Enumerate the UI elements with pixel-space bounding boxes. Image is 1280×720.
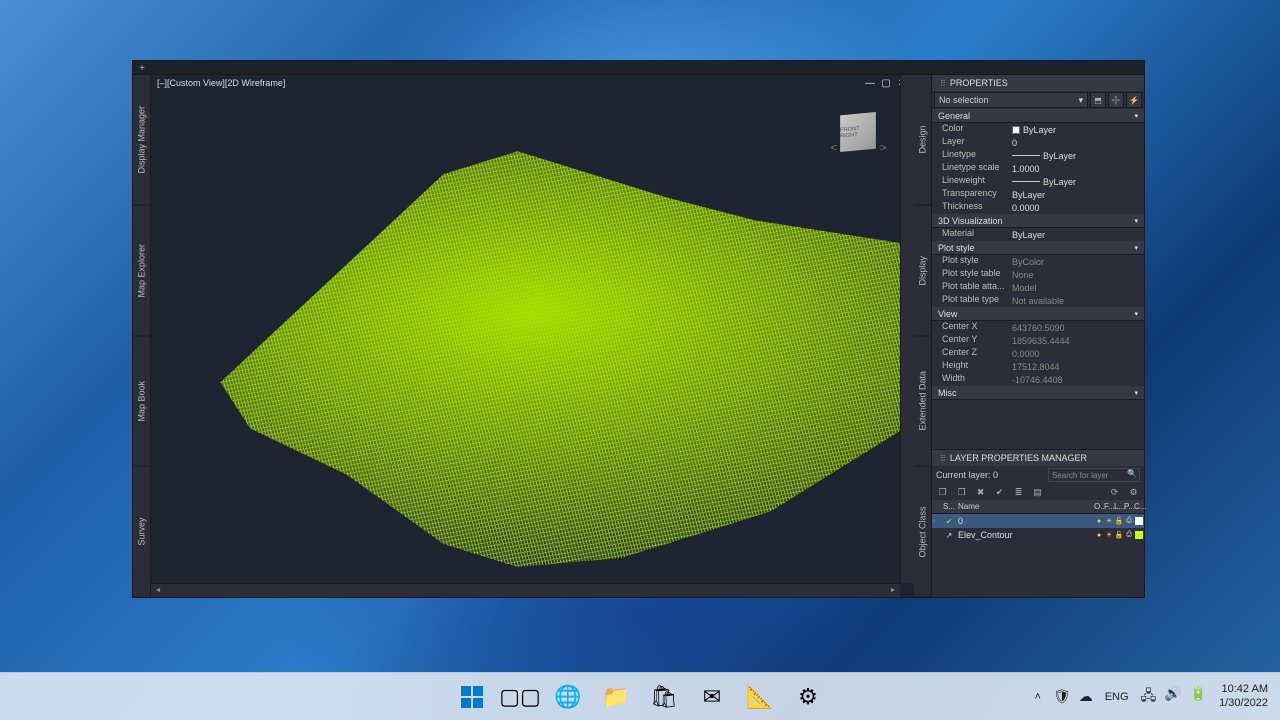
layer-filter-button[interactable]: ▤ xyxy=(1031,486,1044,499)
layer-row-elev-contour[interactable]: ↗ Elev_Contour ● ☀ 🔓 ⎙ xyxy=(932,528,1144,542)
windows-taskbar: ▢▢ 🌐 📁 🛍 ✉ 📐 ⚙ ˄ 🛡 ☁ ENG 🖧 🔊 🔋 10:42 AM … xyxy=(0,672,1280,720)
tab-design[interactable]: Design xyxy=(914,75,931,206)
edge-browser-icon[interactable]: 🌐 xyxy=(548,677,588,717)
viewport-label[interactable]: [–][Custom View][2D Wireframe] xyxy=(157,78,285,88)
prop-center-y: 1859635.4444 xyxy=(1010,334,1144,347)
tab-survey[interactable]: Survey xyxy=(133,467,150,598)
prop-material[interactable]: ByLayer xyxy=(1010,228,1144,241)
language-indicator[interactable]: ENG xyxy=(1105,691,1129,703)
system-clock[interactable]: 10:42 AM 1/30/2022 xyxy=(1219,683,1268,709)
category-view[interactable]: View▾ xyxy=(932,307,1144,321)
prop-center-z: 0.0000 xyxy=(1010,347,1144,360)
terrain-wireframe-model xyxy=(161,105,904,567)
color-swatch[interactable] xyxy=(1135,517,1143,525)
store-icon[interactable]: 🛍 xyxy=(644,677,684,717)
tab-object-class[interactable]: Object Class xyxy=(914,467,931,598)
tab-map-explorer[interactable]: Map Explorer xyxy=(133,206,150,337)
freeze-icon[interactable]: ☀ xyxy=(1104,531,1114,539)
layer-panel-title: LAYER PROPERTIES MANAGER xyxy=(932,450,1144,466)
viewport-maximize-icon[interactable]: ▢ xyxy=(880,78,892,89)
prop-linetype-scale[interactable]: 1.0000 xyxy=(1010,162,1144,175)
category-3d-visualization[interactable]: 3D Visualization▾ xyxy=(932,214,1144,228)
category-misc[interactable]: Misc▾ xyxy=(932,386,1144,400)
cad-app-window: + Display Manager Map Explorer Map Book … xyxy=(132,60,1145,598)
file-explorer-icon[interactable]: 📁 xyxy=(596,677,636,717)
new-tab-button[interactable]: + xyxy=(133,61,151,75)
battery-tray-icon[interactable]: 🔋 xyxy=(1190,685,1207,709)
viewport-minimize-icon[interactable]: — xyxy=(864,78,876,89)
prop-layer[interactable]: 0 xyxy=(1010,136,1144,149)
delete-layer-button[interactable]: ✖ xyxy=(974,486,987,499)
weather-tray-icon[interactable]: ☁ xyxy=(1079,688,1093,705)
select-objects-button[interactable]: ➕ xyxy=(1108,92,1124,108)
drawing-viewport[interactable]: [–][Custom View][2D Wireframe] — ▢ ✕ FRO… xyxy=(151,75,914,597)
security-tray-icon[interactable]: 🛡 xyxy=(1053,688,1071,705)
right-panels: PROPERTIES No selection▾ ⬒ ➕ ⚡ General▾ … xyxy=(932,75,1144,597)
vertical-scrollbar[interactable] xyxy=(900,75,914,583)
viewcube-compass[interactable] xyxy=(831,143,886,152)
start-button[interactable] xyxy=(452,677,492,717)
lightbulb-icon[interactable]: ● xyxy=(1094,532,1104,539)
category-general[interactable]: General▾ xyxy=(932,109,1144,123)
prop-plot-table-attached: Model xyxy=(1010,281,1144,294)
refresh-button[interactable]: ⟳ xyxy=(1108,486,1121,499)
lock-icon[interactable]: 🔓 xyxy=(1114,531,1124,539)
horizontal-scrollbar[interactable] xyxy=(151,583,900,597)
tab-display[interactable]: Display xyxy=(914,206,931,337)
category-plot-style[interactable]: Plot style▾ xyxy=(932,241,1144,255)
plot-icon[interactable]: ⎙ xyxy=(1124,517,1134,525)
properties-panel: PROPERTIES No selection▾ ⬒ ➕ ⚡ General▾ … xyxy=(932,75,1144,449)
toggle-pickadd-button[interactable]: ⬒ xyxy=(1090,92,1106,108)
prop-color[interactable]: ByLayer xyxy=(1010,123,1144,136)
mail-icon[interactable]: ✉ xyxy=(692,677,732,717)
properties-title: PROPERTIES xyxy=(932,75,1144,91)
prop-width: -10746.4408 xyxy=(1010,373,1144,386)
network-tray-icon[interactable]: 🖧 xyxy=(1141,685,1157,709)
layer-row-0[interactable]: » ✔ 0 ● ☀ 🔓 ⎙ xyxy=(932,514,1144,528)
selection-filter-dropdown[interactable]: No selection▾ xyxy=(934,92,1088,108)
new-layer-vp-button[interactable]: ❒ xyxy=(955,486,968,499)
prop-thickness[interactable]: 0.0000 xyxy=(1010,201,1144,214)
layer-toolbar: ❐ ❒ ✖ ✔ ≣ ▤ ⟳ ⚙ xyxy=(932,484,1144,500)
set-current-button[interactable]: ✔ xyxy=(993,486,1006,499)
prop-plot-style: ByColor xyxy=(1010,255,1144,268)
prop-linetype[interactable]: ByLayer xyxy=(1010,149,1144,162)
tray-chevron-icon[interactable]: ˄ xyxy=(1035,691,1041,703)
volume-tray-icon[interactable]: 🔊 xyxy=(1164,685,1181,709)
layer-states-button[interactable]: ≣ xyxy=(1012,486,1025,499)
settings-button[interactable]: ⚙ xyxy=(1127,486,1140,499)
cad-app-icon[interactable]: 📐 xyxy=(740,677,780,717)
tab-extended-data[interactable]: Extended Data xyxy=(914,336,931,467)
properties-grid: General▾ ColorByLayer Layer0 LinetypeByL… xyxy=(932,109,1144,449)
settings-icon[interactable]: ⚙ xyxy=(788,677,828,717)
prop-center-x: 643760.5090 xyxy=(1010,321,1144,334)
prop-height: 17512.8044 xyxy=(1010,360,1144,373)
viewcube[interactable]: FRONT RIGHT xyxy=(831,105,886,160)
tab-map-book[interactable]: Map Book xyxy=(133,336,150,467)
prop-transparency[interactable]: ByLayer xyxy=(1010,188,1144,201)
prop-lineweight[interactable]: ByLayer xyxy=(1010,175,1144,188)
prop-plot-table-type: Not available xyxy=(1010,294,1144,307)
quick-select-button[interactable]: ⚡ xyxy=(1126,92,1142,108)
lightbulb-icon[interactable]: ● xyxy=(1094,518,1104,525)
search-icon: 🔍 xyxy=(1127,469,1137,478)
tab-display-manager[interactable]: Display Manager xyxy=(133,75,150,206)
plot-icon[interactable]: ⎙ xyxy=(1124,531,1134,539)
task-view-button[interactable]: ▢▢ xyxy=(500,677,540,717)
chevron-down-icon: ▾ xyxy=(1078,95,1083,106)
new-layer-button[interactable]: ❐ xyxy=(936,486,949,499)
current-layer-label: Current layer: 0 xyxy=(936,470,998,480)
layer-properties-panel: LAYER PROPERTIES MANAGER Current layer: … xyxy=(932,449,1144,597)
left-tool-palettes: Display Manager Map Explorer Map Book Su… xyxy=(133,75,151,597)
right-tool-palettes: Design Display Extended Data Object Clas… xyxy=(914,75,932,597)
layer-column-headers[interactable]: S... Name O.. F... L... P... C... xyxy=(932,500,1144,514)
lock-icon[interactable]: 🔓 xyxy=(1114,517,1124,525)
document-tab-strip: + xyxy=(133,61,1144,75)
freeze-icon[interactable]: ☀ xyxy=(1104,517,1114,525)
prop-plot-style-table: None xyxy=(1010,268,1144,281)
color-swatch[interactable] xyxy=(1135,531,1143,539)
